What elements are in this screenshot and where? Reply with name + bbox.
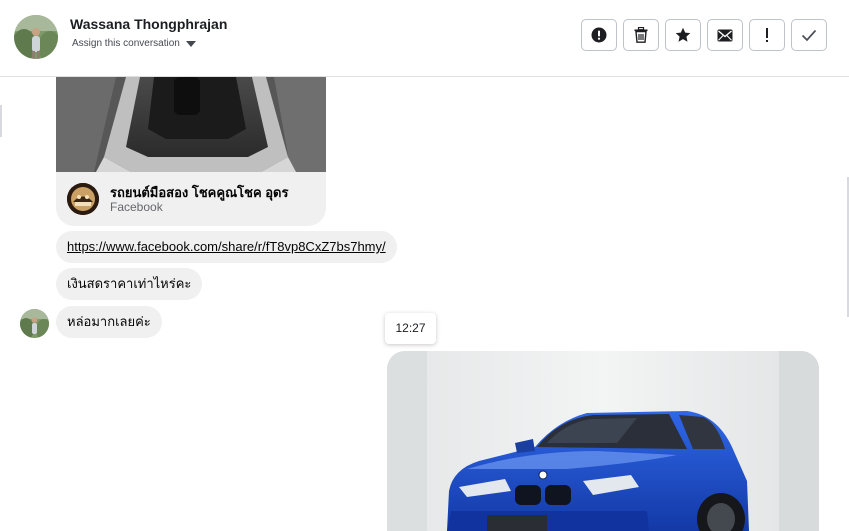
contact-avatar[interactable]: [14, 15, 58, 59]
done-button[interactable]: [791, 19, 827, 51]
message-bubble-link: https://www.facebook.com/share/r/fT8vp8C…: [56, 231, 397, 263]
message-bubble: เงินสดราคาเท่าไหร่คะ: [56, 268, 203, 300]
exclamation-icon: [766, 28, 768, 42]
alert-circle-button[interactable]: [581, 19, 617, 51]
conversation-header: Wassana Thongphrajan Assign this convers…: [0, 0, 849, 77]
trash-icon: [634, 27, 648, 43]
assign-conversation-dropdown[interactable]: Assign this conversation: [72, 38, 196, 49]
caret-down-icon: [185, 40, 196, 47]
timestamp-tooltip: 12:27: [385, 313, 436, 344]
shared-post-image[interactable]: [56, 77, 326, 172]
check-icon: [801, 29, 817, 42]
mail-icon: [717, 29, 733, 41]
mail-button[interactable]: [707, 19, 743, 51]
shared-post-footer[interactable]: รถยนต์มือสอง โชคคูณโชค อุดร Facebook: [56, 172, 326, 226]
contact-name[interactable]: Wassana Thongphrajan: [70, 16, 227, 32]
page-source: Facebook: [110, 200, 163, 214]
left-edge-indicator: [0, 105, 2, 137]
star-button[interactable]: [665, 19, 701, 51]
page-logo: [67, 183, 99, 215]
scrollbar[interactable]: [845, 77, 849, 527]
shared-link[interactable]: https://www.facebook.com/share/r/fT8vp8C…: [67, 239, 386, 254]
assign-label: Assign this conversation: [72, 38, 180, 49]
message-bubble: หล่อมากเลยค่ะ: [56, 306, 162, 338]
header-actions: [581, 19, 827, 51]
contact-avatar-small[interactable]: [20, 309, 49, 338]
delete-button[interactable]: [623, 19, 659, 51]
message-image[interactable]: [387, 351, 819, 531]
star-icon: [675, 27, 691, 42]
exclamation-button[interactable]: [749, 19, 785, 51]
shared-post-card[interactable]: รถยนต์มือสอง โชคคูณโชค อุดร Facebook: [56, 77, 326, 226]
alert-circle-icon: [591, 27, 607, 43]
